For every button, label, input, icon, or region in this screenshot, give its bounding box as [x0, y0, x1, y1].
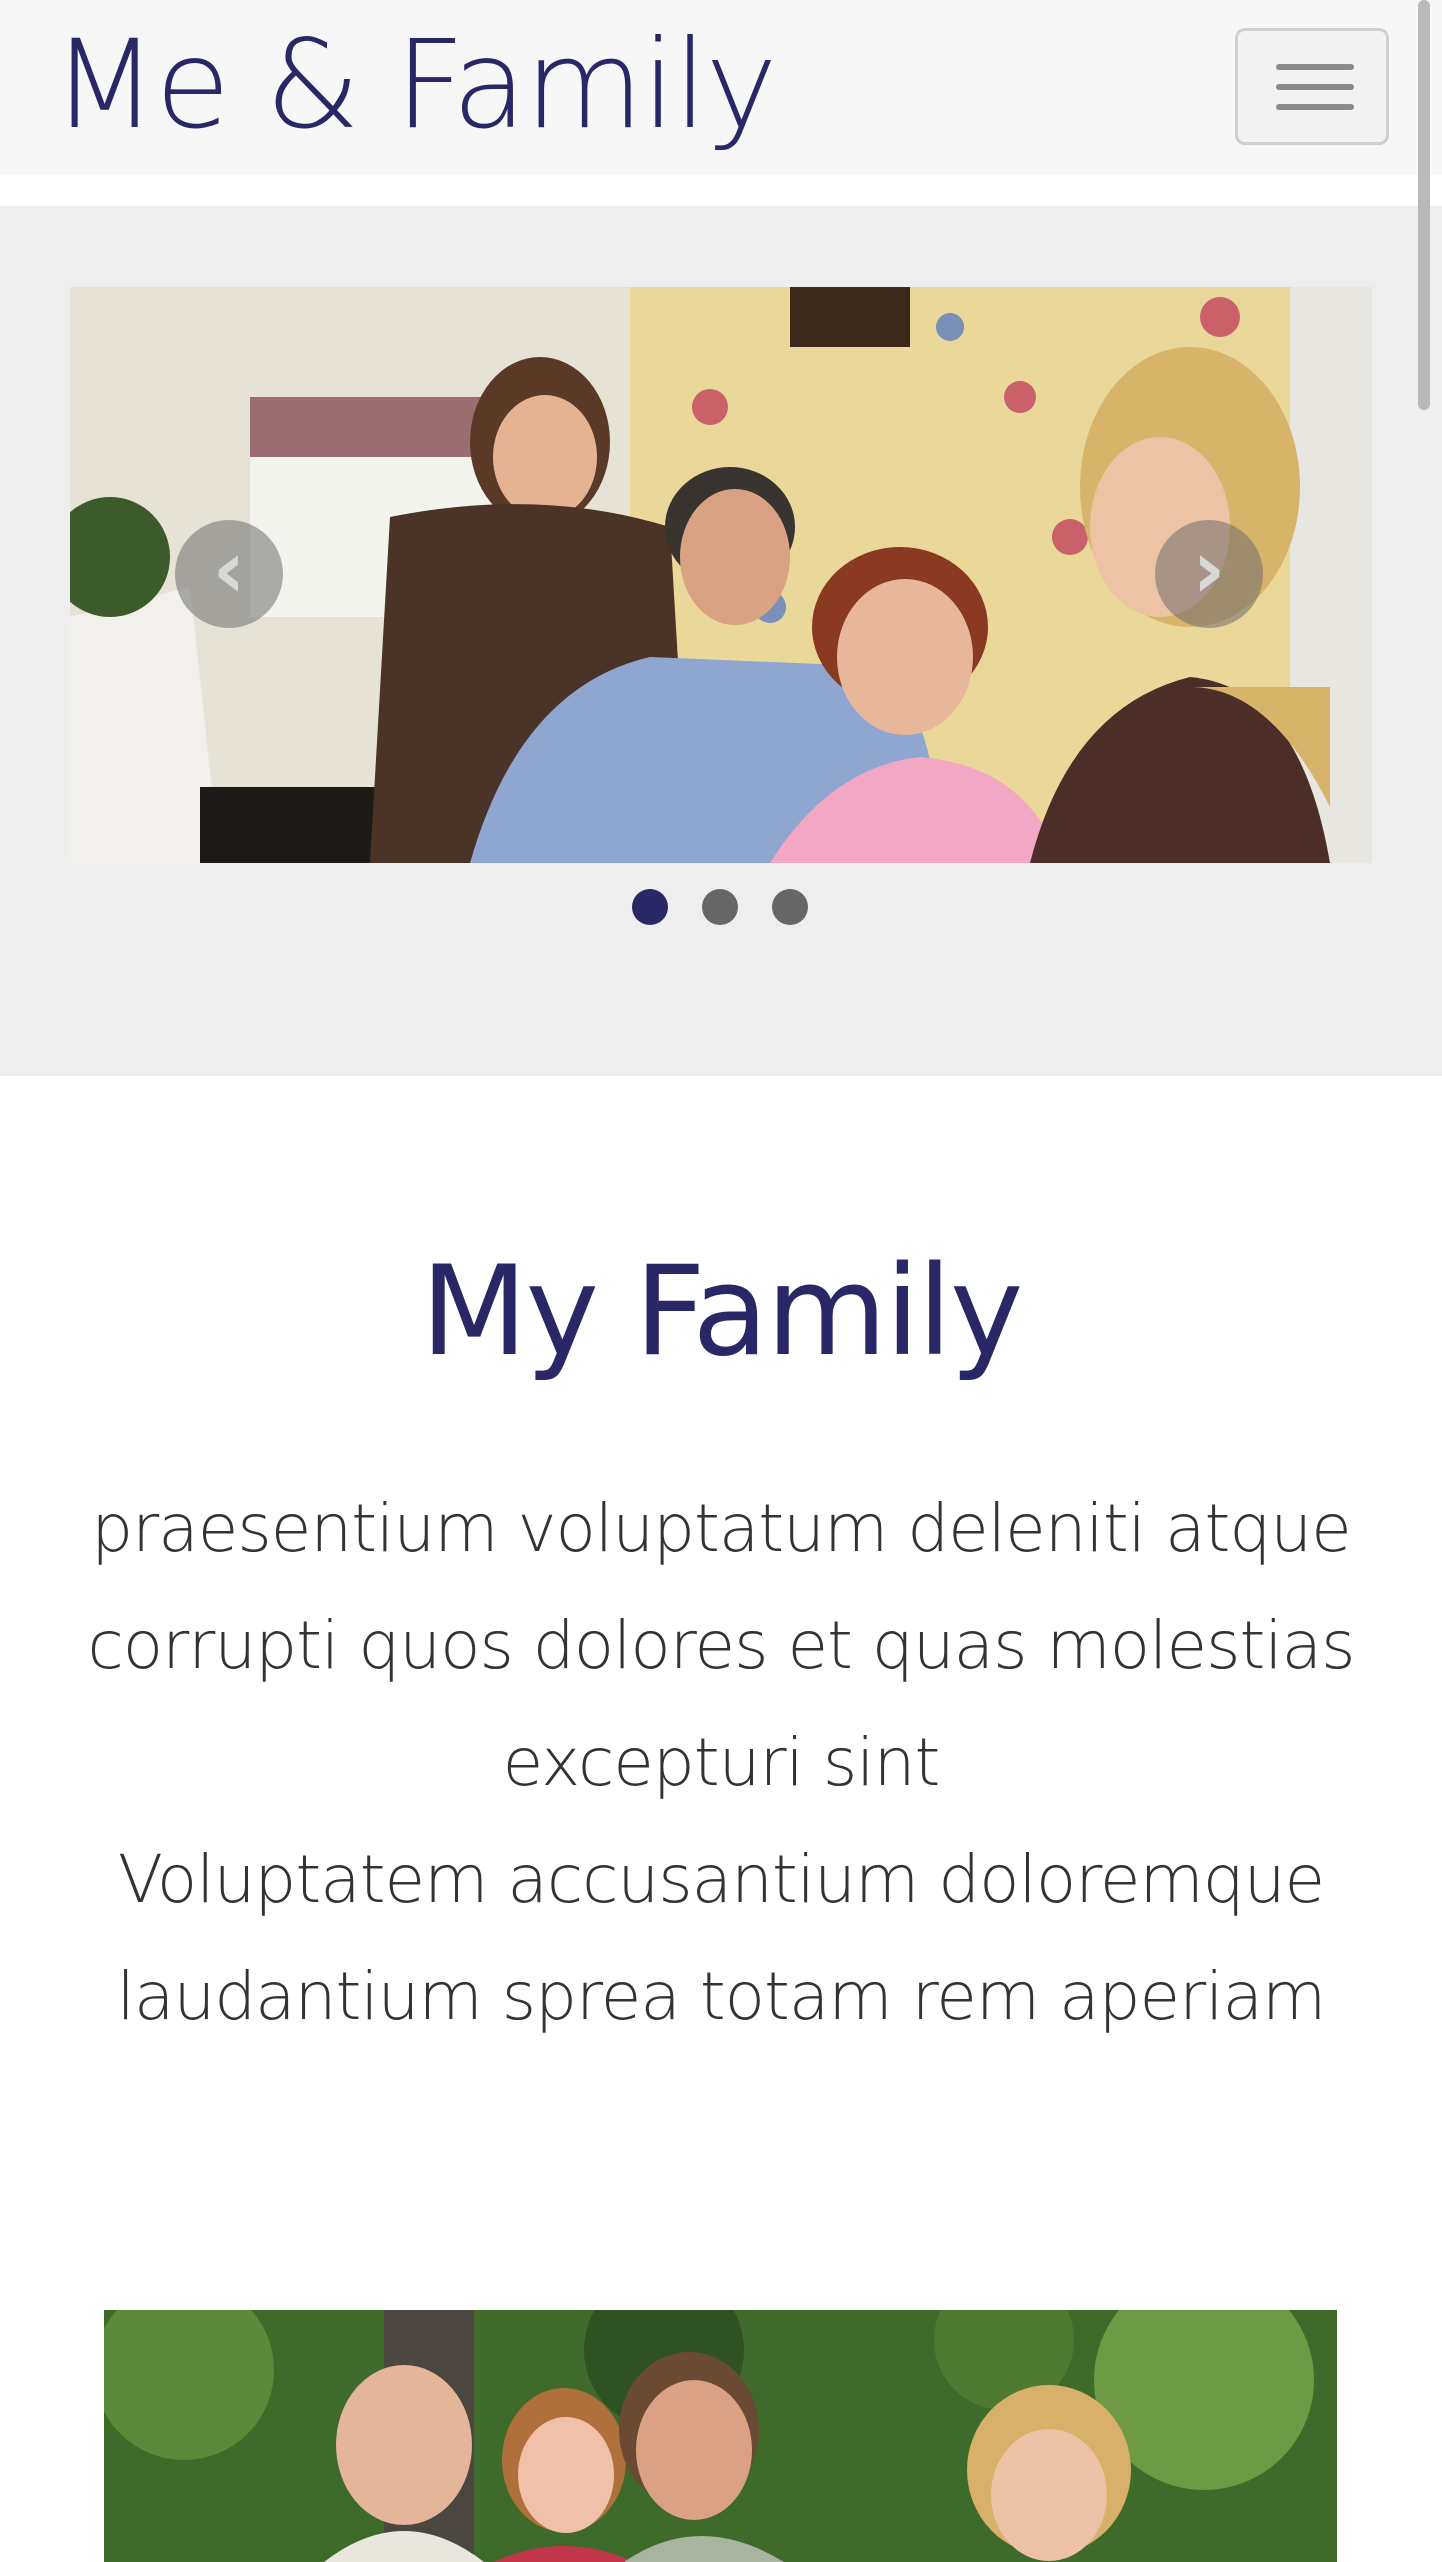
hamburger-menu-icon-bar — [1276, 84, 1354, 90]
scrollbar[interactable] — [1418, 0, 1430, 410]
carousel-indicators — [0, 889, 1442, 929]
navbar-toggle-button[interactable] — [1235, 28, 1389, 145]
family-outdoors-photo — [104, 2310, 1337, 2562]
carousel-indicator-1[interactable] — [632, 889, 668, 925]
section-text: praesentium voluptatum deleniti atque co… — [40, 1470, 1402, 2055]
carousel-next-button[interactable]: › — [1155, 520, 1263, 628]
section-paragraph-2: Voluptatem accusantium doloremque laudan… — [116, 1841, 1327, 2035]
brand-logo-link[interactable]: Me & Family — [52, 18, 778, 152]
section-paragraph-1: praesentium voluptatum deleniti atque co… — [87, 1490, 1355, 1801]
carousel-prev-button[interactable]: ‹ — [175, 520, 283, 628]
carousel-indicator-2[interactable] — [702, 889, 738, 925]
chevron-left-icon: ‹ — [212, 523, 246, 616]
carousel-section: ‹ › — [0, 206, 1442, 1076]
chevron-right-icon: › — [1192, 523, 1226, 616]
carousel-indicator-3[interactable] — [772, 889, 808, 925]
navbar: Me & Family — [0, 0, 1442, 175]
hamburger-menu-icon-bar — [1276, 104, 1354, 110]
section-title: My Family — [420, 1240, 1024, 1384]
gallery-image — [104, 2310, 1337, 2562]
hamburger-menu-icon — [1276, 64, 1354, 70]
